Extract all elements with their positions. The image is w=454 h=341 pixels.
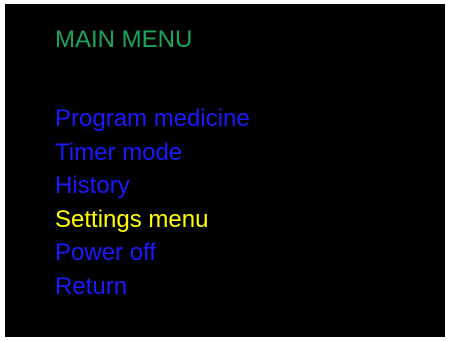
main-menu-list: Program medicine Timer mode History Sett… — [55, 102, 250, 303]
menu-item-program-medicine[interactable]: Program medicine — [55, 102, 250, 136]
menu-item-timer-mode[interactable]: Timer mode — [55, 136, 250, 170]
menu-item-history[interactable]: History — [55, 169, 250, 203]
menu-item-power-off[interactable]: Power off — [55, 236, 250, 270]
menu-title: MAIN MENU — [55, 26, 193, 53]
device-screen: MAIN MENU Program medicine Timer mode Hi… — [5, 4, 445, 337]
menu-item-return[interactable]: Return — [55, 270, 250, 304]
menu-item-settings-menu[interactable]: Settings menu — [55, 203, 250, 237]
